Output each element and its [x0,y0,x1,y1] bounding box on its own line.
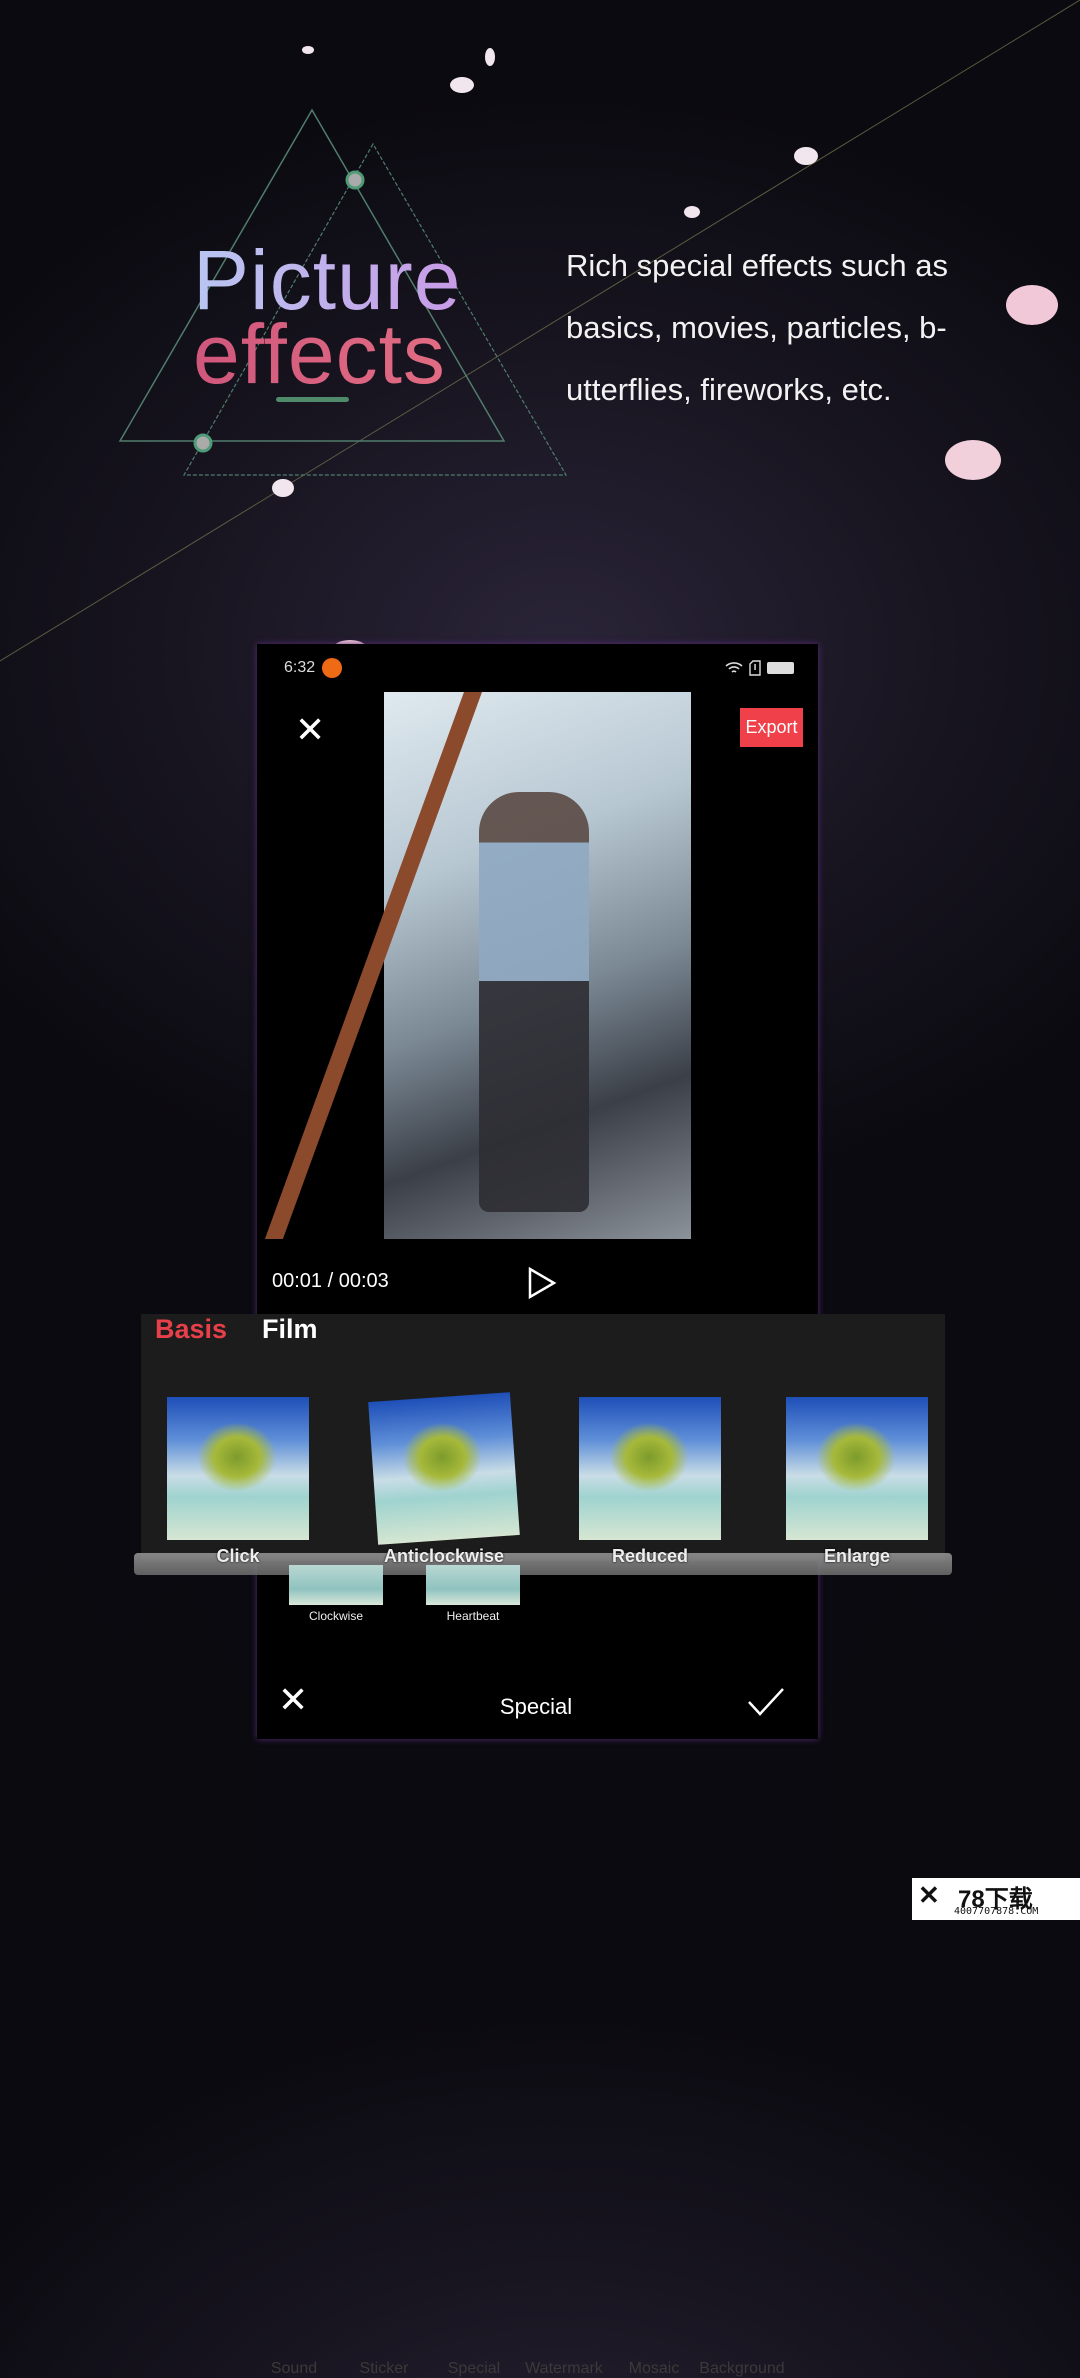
toolbar-item-sound[interactable]: Sound [249,2360,339,2378]
effect-thumbnail-clockwise[interactable] [289,1565,383,1605]
railing [264,692,482,1239]
description-line: utterflies, fireworks, etc. [566,372,892,407]
panel-title: Special [499,1694,573,1719]
status-icons [725,660,794,676]
toolbar-item-background[interactable]: Background [697,2360,787,2378]
play-icon[interactable] [527,1266,557,1300]
toolbar-item-mosaic[interactable]: Mosaic [609,2360,699,2378]
dot [193,433,213,453]
watermark-logo: ✕ 78下载 4007707878.COM [912,1878,1080,1920]
effect-thumbnail-reduced[interactable] [579,1397,721,1540]
description-line: Rich special effects such as [566,248,948,283]
effect-label: Heartbeat [446,1609,500,1623]
export-button[interactable]: Export [740,708,803,747]
toolbar-item-sticker[interactable]: Sticker [339,2360,429,2378]
sim-icon [749,660,761,676]
effect-label: Click [216,1546,260,1566]
tab-basis[interactable]: Basis [155,1314,227,1345]
page-title-line2: effects [193,307,446,401]
watermark-site: 4007707878.COM [954,1906,1039,1917]
playback-time: 00:01 / 00:03 [272,1270,389,1292]
tab-film[interactable]: Film [262,1314,318,1345]
close-icon[interactable]: ✕ [295,712,325,748]
dot [345,170,365,190]
effect-thumbnail-enlarge[interactable] [786,1397,928,1540]
effect-label: Clockwise [308,1609,363,1623]
check-icon[interactable] [747,1686,785,1718]
video-preview[interactable] [264,692,691,1239]
toolbar-item-watermark[interactable]: Watermark [519,2360,609,2378]
toolbar-item-special[interactable]: Special [429,2360,519,2378]
effect-label: Enlarge [823,1546,891,1566]
effect-thumbnail-click[interactable] [167,1397,309,1540]
screen-record-icon [322,658,342,678]
description-line: basics, movies, particles, b- [566,310,947,345]
effect-thumbnail-heartbeat[interactable] [426,1565,520,1605]
status-time: 6:32 [284,659,316,676]
cancel-button[interactable]: ✕ [278,1682,308,1718]
effect-label: Anticlockwise [383,1546,505,1566]
wifi-icon [725,662,743,673]
person-figure [479,792,589,1212]
effect-thumbnail-anticlockwise[interactable] [368,1392,520,1545]
battery-icon [767,662,794,674]
effect-label: Reduced [611,1546,689,1566]
